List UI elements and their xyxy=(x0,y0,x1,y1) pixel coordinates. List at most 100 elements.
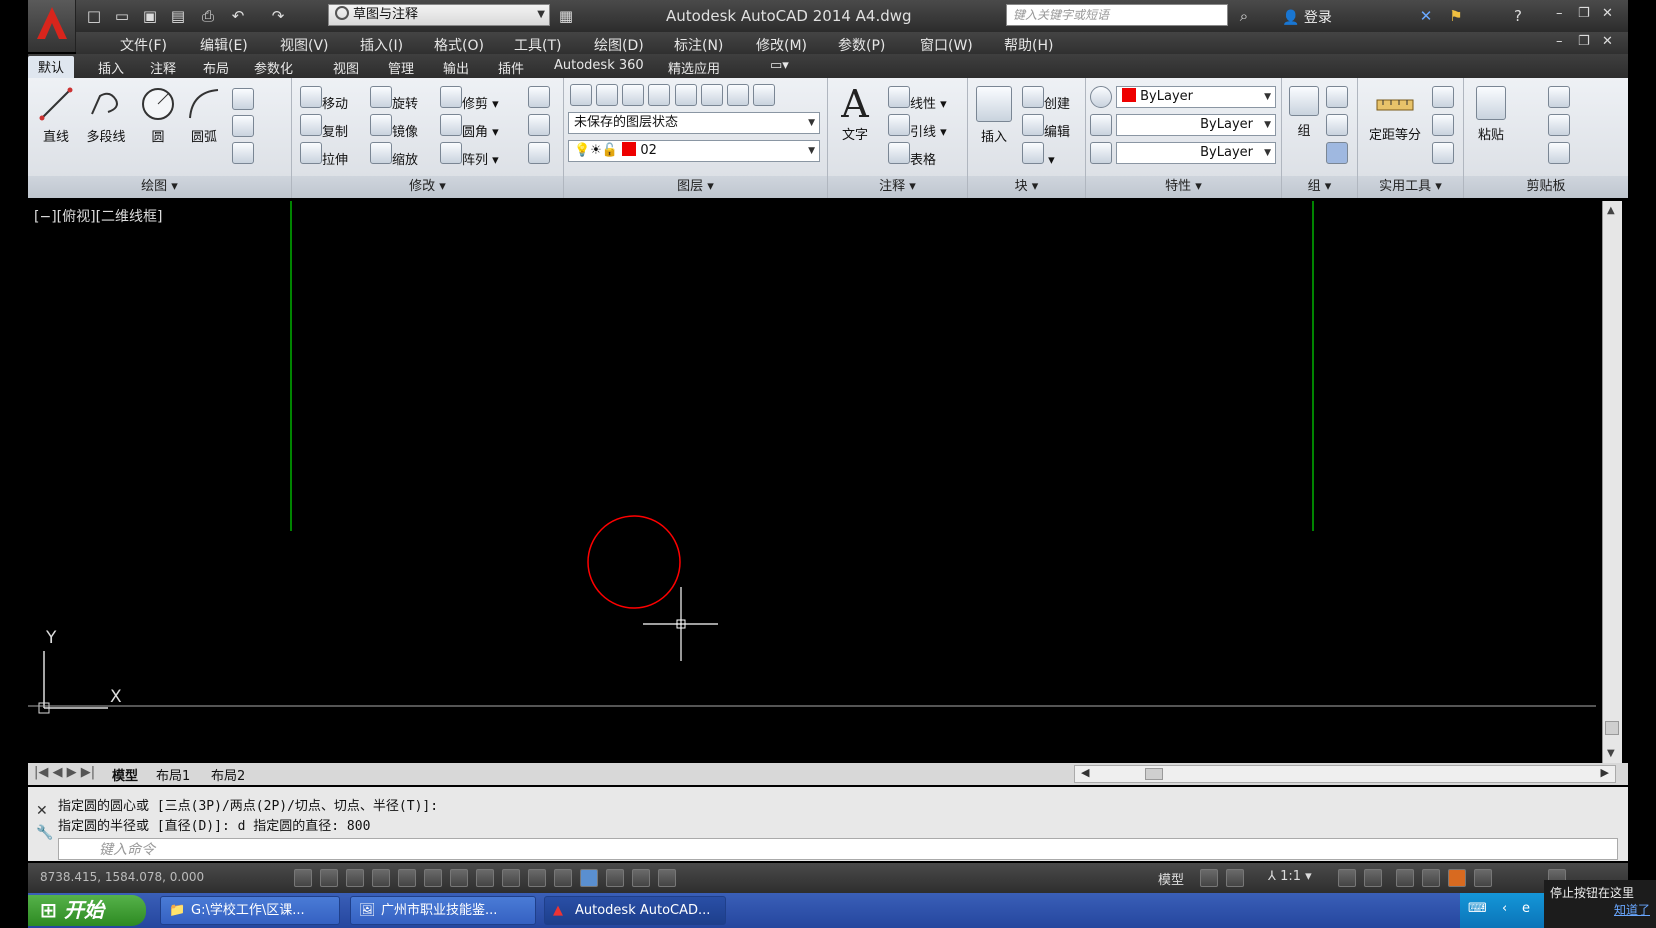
ortho-icon[interactable] xyxy=(372,869,390,887)
rotate-button[interactable]: 旋转 xyxy=(370,86,418,112)
back-arrow-icon[interactable]: ‹ xyxy=(1502,901,1507,916)
panel-utilities-title[interactable]: 实用工具 ▾ xyxy=(1358,176,1463,198)
quick-properties-icon[interactable] xyxy=(606,869,624,887)
annotation-monitor-icon[interactable] xyxy=(658,869,676,887)
leader-button[interactable]: 引线 ▾ xyxy=(888,114,947,140)
restore-button[interactable]: ❐ xyxy=(1578,6,1590,21)
copy-button[interactable]: 复制 xyxy=(300,114,348,140)
lock-icon[interactable] xyxy=(1422,869,1440,887)
layer-tools-icons[interactable] xyxy=(570,84,775,110)
tab-manage[interactable]: 管理 xyxy=(388,58,414,77)
scroll-down-icon[interactable]: ▼ xyxy=(1607,748,1615,759)
minimize-button[interactable]: – xyxy=(1556,6,1563,21)
menu-draw[interactable]: 绘图(D) xyxy=(594,35,644,55)
menu-format[interactable]: 格式(O) xyxy=(434,35,484,55)
hardware-accel-icon[interactable] xyxy=(1448,869,1466,887)
redo-icon[interactable]: ↷ xyxy=(268,6,288,26)
model-space-toggle[interactable]: 模型 xyxy=(1158,869,1184,888)
menu-modify[interactable]: 修改(M) xyxy=(756,35,807,55)
panel-clipboard-title[interactable]: 剪贴板 xyxy=(1464,176,1628,198)
mirror-button[interactable]: 镜像 xyxy=(370,114,418,140)
panel-groups-title[interactable]: 组 ▾ xyxy=(1282,176,1357,198)
annotation-visibility-icon[interactable] xyxy=(1338,869,1356,887)
tab-default[interactable]: 默认 xyxy=(28,56,75,80)
tab-autodesk360[interactable]: Autodesk 360 xyxy=(554,58,644,73)
h-scroll-thumb[interactable] xyxy=(1145,768,1163,780)
save-icon[interactable]: ▣ xyxy=(140,6,160,26)
create-block-button[interactable]: 创建 xyxy=(1022,86,1070,112)
quick-select-icon[interactable] xyxy=(1432,86,1454,112)
app-store-icon[interactable]: ⚑ xyxy=(1446,6,1466,26)
open-icon[interactable]: ▭ xyxy=(112,6,132,26)
grid-icon[interactable] xyxy=(346,869,364,887)
ellipse-icon[interactable] xyxy=(232,115,254,141)
horizontal-scrollbar[interactable]: ◀ ▶ xyxy=(1074,765,1616,783)
menu-view[interactable]: 视图(V) xyxy=(280,35,329,55)
keyboard-icon[interactable]: ⌨ xyxy=(1468,901,1487,916)
save-as-icon[interactable]: ▤ xyxy=(168,6,188,26)
polar-icon[interactable] xyxy=(398,869,416,887)
lineweight-select[interactable]: ByLayer ▼ xyxy=(1116,142,1276,164)
tab-featured-apps[interactable]: 精选应用 xyxy=(668,58,720,77)
otrack-icon[interactable] xyxy=(476,869,494,887)
group-edit-icon[interactable] xyxy=(1326,114,1348,140)
ungroup-icon[interactable] xyxy=(1326,86,1348,112)
group-button[interactable]: 组 xyxy=(1286,86,1322,139)
doc-close-button[interactable]: ✕ xyxy=(1602,34,1613,49)
panel-layers-title[interactable]: 图层 ▾ xyxy=(564,176,827,198)
tab-view[interactable]: 视图 xyxy=(333,58,359,77)
group-select-icon[interactable] xyxy=(1326,142,1348,168)
exchange-icon[interactable]: ✕ xyxy=(1416,6,1436,26)
doc-restore-button[interactable]: ❐ xyxy=(1578,34,1590,49)
isolate-objects-icon[interactable] xyxy=(1474,869,1492,887)
layer-select[interactable]: 💡☀🔓 02 ▼ xyxy=(568,140,820,162)
tab-layout[interactable]: 布局 xyxy=(203,58,229,77)
login-button[interactable]: 👤 登录 xyxy=(1282,7,1332,27)
tab-annotate[interactable]: 注释 xyxy=(150,58,176,77)
calculator-icon[interactable] xyxy=(1432,142,1454,168)
tab-model[interactable]: 模型 xyxy=(112,765,138,784)
color-select[interactable]: ByLayer ▼ xyxy=(1116,86,1276,108)
stretch-button[interactable]: 拉伸 xyxy=(300,142,348,168)
paste-special-icon[interactable] xyxy=(1548,142,1570,168)
wrench-icon[interactable]: 🔧 xyxy=(36,825,53,841)
panel-block-title[interactable]: 块 ▾ xyxy=(968,176,1085,198)
line-button[interactable]: 直线 xyxy=(34,86,78,145)
select-all-icon[interactable] xyxy=(1432,114,1454,140)
panel-draw-title[interactable]: 绘图 ▾ xyxy=(28,176,291,198)
ie-icon[interactable]: e xyxy=(1522,901,1530,916)
polyline-button[interactable]: 多段线 xyxy=(78,86,134,145)
quick-view-layouts-icon[interactable] xyxy=(1200,869,1218,887)
menu-file[interactable]: 文件(F) xyxy=(120,35,167,55)
annotation-scale-select[interactable]: ⅄ 1:1 ▾ xyxy=(1268,869,1312,884)
menu-help[interactable]: 帮助(H) xyxy=(1004,35,1053,55)
panel-properties-title[interactable]: 特性 ▾ xyxy=(1086,176,1281,198)
close-button[interactable]: ✕ xyxy=(1602,6,1613,21)
binoculars-icon[interactable]: ⌕ xyxy=(1234,6,1254,26)
offset-icon[interactable] xyxy=(528,142,550,168)
copy-clip-icon[interactable] xyxy=(1548,114,1570,140)
3d-osnap-icon[interactable] xyxy=(450,869,468,887)
print-icon[interactable]: ⎙ xyxy=(198,6,218,26)
menu-window[interactable]: 窗口(W) xyxy=(920,35,973,55)
vertical-scrollbar[interactable]: ▲ ▼ xyxy=(1602,201,1622,763)
menu-parametric[interactable]: 参数(P) xyxy=(838,35,885,55)
match-properties-icon[interactable] xyxy=(1090,86,1112,112)
taskbar-item-autocad[interactable]: ▲ Autodesk AutoCAD... xyxy=(544,896,726,925)
command-input[interactable]: 键入命令 xyxy=(58,838,1618,860)
move-button[interactable]: 移动 xyxy=(300,86,348,112)
scroll-thumb[interactable] xyxy=(1605,721,1619,735)
arc-button[interactable]: 圆弧 xyxy=(182,86,226,145)
menu-tools[interactable]: 工具(T) xyxy=(514,35,561,55)
linear-dim-button[interactable]: 线性 ▾ xyxy=(888,86,947,112)
got-it-link[interactable]: 知道了 xyxy=(1550,901,1650,918)
menu-edit[interactable]: 编辑(E) xyxy=(200,35,248,55)
close-cmd-icon[interactable]: ✕ xyxy=(36,803,48,819)
transparency-icon[interactable] xyxy=(580,869,598,887)
scroll-right-icon[interactable]: ▶ xyxy=(1601,766,1609,779)
selection-cycling-icon[interactable] xyxy=(632,869,650,887)
quick-view-drawings-icon[interactable] xyxy=(1226,869,1244,887)
rectangle-icon[interactable] xyxy=(232,88,254,114)
ducs-icon[interactable] xyxy=(502,869,520,887)
circle-button[interactable]: 圆 xyxy=(136,86,180,145)
